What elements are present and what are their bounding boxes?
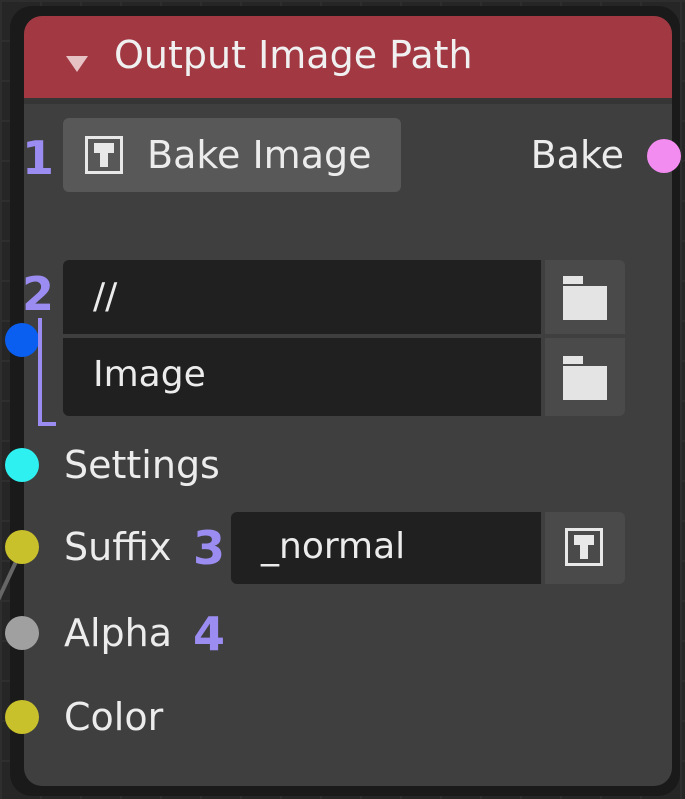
bake-output-socket[interactable] (647, 139, 681, 173)
folder-icon (563, 276, 607, 320)
alpha-input-socket[interactable] (5, 616, 39, 650)
bake-output-label: Bake (530, 133, 624, 177)
annotation-marker-3: 3 (193, 521, 226, 575)
annotation-bracket (38, 318, 56, 426)
annotation-marker-4: 4 (193, 607, 226, 661)
settings-input-label: Settings (64, 443, 220, 487)
header-divider (24, 98, 672, 104)
suffix-input-socket[interactable] (5, 530, 39, 564)
annotation-marker-2: 2 (22, 267, 55, 321)
suffix-input-label: Suffix (64, 525, 172, 569)
node-header[interactable]: Output Image Path (24, 16, 672, 98)
color-input-label: Color (64, 695, 164, 739)
image-icon (85, 136, 123, 174)
path-input-socket[interactable] (5, 323, 39, 357)
image-icon (565, 528, 603, 566)
filename-field[interactable]: Image (63, 338, 541, 416)
alpha-input-label: Alpha (64, 611, 173, 655)
browse-file-button[interactable] (545, 338, 625, 416)
browse-directory-button[interactable] (545, 260, 625, 334)
suffix-image-button[interactable] (545, 512, 625, 584)
suffix-field[interactable]: _normal (231, 512, 541, 584)
filename-value: Image (93, 354, 206, 395)
color-input-socket[interactable] (5, 700, 39, 734)
node-title: Output Image Path (114, 33, 473, 77)
collapse-arrow-icon[interactable] (66, 56, 88, 72)
bake-image-button[interactable]: Bake Image (63, 118, 401, 192)
bake-image-button-label: Bake Image (147, 133, 372, 177)
suffix-value: _normal (261, 526, 406, 567)
folder-icon (563, 356, 607, 400)
output-image-path-node[interactable]: Output Image Path Bake Image Bake // Ima… (24, 16, 672, 786)
annotation-marker-1: 1 (22, 131, 55, 185)
directory-path-value: // (93, 276, 118, 317)
directory-path-field[interactable]: // (63, 260, 541, 334)
settings-input-socket[interactable] (5, 448, 39, 482)
